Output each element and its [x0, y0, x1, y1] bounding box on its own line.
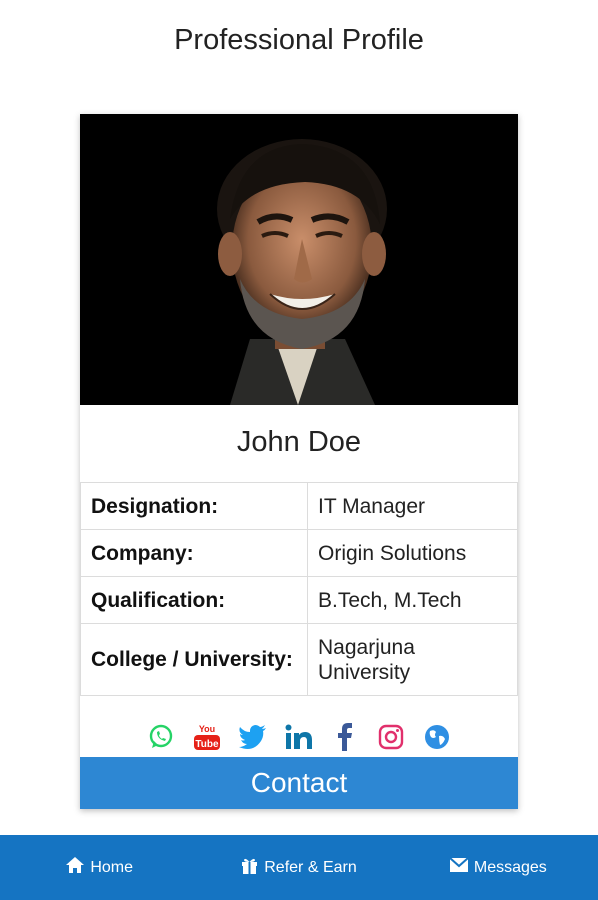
nav-item-label: Messages: [473, 858, 547, 876]
social-links: You Tube: [80, 720, 518, 754]
youtube-icon[interactable]: You Tube: [191, 721, 223, 753]
profile-photo: [80, 114, 518, 405]
designation-label: Designation:: [80, 482, 308, 530]
envelope-icon: [449, 857, 469, 877]
table-row: College / University: Nagarjuna Universi…: [80, 623, 518, 696]
profile-card: John Doe Designation: IT Manager Company…: [80, 114, 518, 809]
company-value: Origin Solutions: [307, 529, 518, 577]
bottom-nav: Home Refer & Earn Messages: [0, 835, 598, 900]
nav-item-label: Refer & Earn: [264, 858, 357, 876]
whatsapp-icon[interactable]: [145, 721, 177, 753]
nav-item-refer-earn[interactable]: Refer & Earn: [199, 857, 398, 879]
table-row: Company: Origin Solutions: [80, 529, 518, 577]
twitter-icon[interactable]: [237, 721, 269, 753]
page-title: Professional Profile: [174, 24, 424, 56]
qualification-value: B.Tech, M.Tech: [307, 576, 518, 624]
gift-icon: [241, 857, 258, 879]
table-row: Qualification: B.Tech, M.Tech: [80, 576, 518, 624]
profile-name: John Doe: [236, 426, 362, 458]
facebook-icon[interactable]: [329, 721, 361, 753]
nav-item-home[interactable]: Home: [0, 857, 199, 878]
nav-item-label: Home: [90, 858, 133, 876]
nav-item-messages[interactable]: Messages: [399, 857, 598, 877]
college-label: College / University:: [80, 623, 308, 696]
website-icon[interactable]: [421, 721, 453, 753]
company-label: Company:: [80, 529, 308, 577]
college-value: Nagarjuna University: [307, 623, 518, 696]
contact-button[interactable]: Contact: [80, 757, 518, 809]
svg-text:Tube: Tube: [195, 739, 219, 750]
designation-value: IT Manager: [307, 482, 518, 530]
linkedin-icon[interactable]: [283, 721, 315, 753]
instagram-icon[interactable]: [375, 721, 407, 753]
table-row: Designation: IT Manager: [80, 482, 518, 530]
home-icon: [66, 857, 85, 878]
svg-text:You: You: [199, 724, 215, 734]
qualification-label: Qualification:: [80, 576, 308, 624]
profile-details-table: Designation: IT Manager Company: Origin …: [80, 482, 518, 696]
